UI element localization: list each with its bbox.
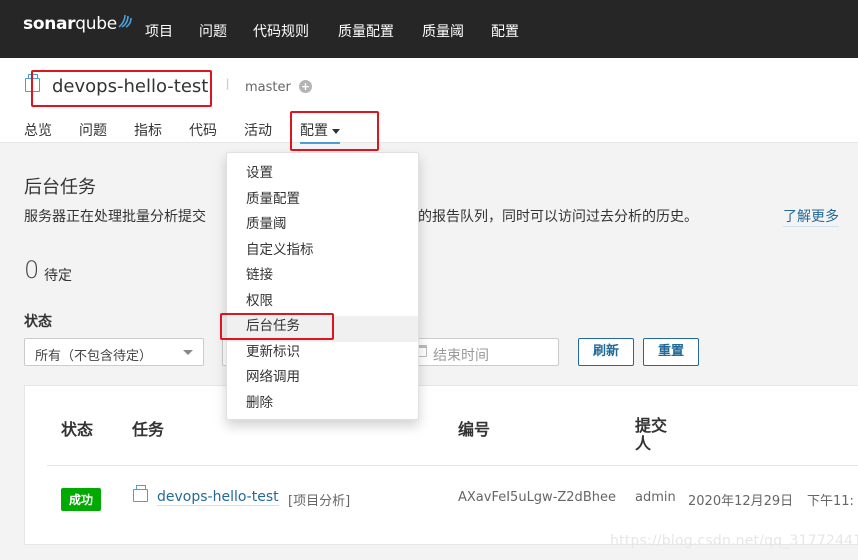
nav-administration[interactable]: 配置 — [491, 21, 519, 41]
page-description-tail: 待执行的报告队列，同时可以访问过去分析的历史。 — [376, 209, 698, 225]
page-title: 后台任务 — [24, 177, 96, 198]
tab-code[interactable]: 代码 — [189, 120, 217, 140]
nav-issues[interactable]: 问题 — [199, 21, 227, 41]
annotation-box-admin-tab — [290, 111, 379, 151]
tab-overview[interactable]: 总览 — [24, 120, 52, 140]
add-branch-icon[interactable]: + — [299, 80, 312, 93]
learn-more-link[interactable]: 了解更多 — [783, 206, 839, 227]
refresh-button[interactable]: 刷新 — [578, 338, 635, 366]
task-submitter: admin — [635, 490, 676, 505]
header-id: 编号 — [458, 420, 491, 439]
nav-quality-gates[interactable]: 质量阈 — [422, 21, 464, 41]
task-date: 2020年12月29日 — [688, 494, 794, 509]
menu-item-deletion[interactable]: 删除 — [227, 393, 418, 419]
nav-rules[interactable]: 代码规则 — [253, 21, 309, 41]
status-badge: 成功 — [61, 488, 102, 511]
reset-button[interactable]: 重置 — [643, 338, 700, 366]
row-divider — [47, 465, 858, 466]
nav-quality-profiles[interactable]: 质量配置 — [338, 21, 394, 41]
logo-text-sonar: sonar — [23, 14, 76, 34]
page-description-head: 服务器正在处理批量分析提交 — [24, 209, 206, 225]
annotation-box-background-tasks — [220, 313, 334, 340]
pending-count: 0 — [24, 256, 40, 284]
menu-item-settings[interactable]: 设置 — [227, 163, 418, 189]
pending-label: 待定 — [44, 268, 72, 284]
top-navbar: sonar qube 项目 问题 代码规则 质量配置 质量阈 配置 — [0, 0, 858, 58]
task-project-link[interactable]: devops-hello-test — [157, 489, 279, 506]
nav-projects[interactable]: 项目 — [145, 21, 173, 41]
tab-issues[interactable]: 问题 — [79, 120, 107, 140]
logo-text-qube: qube — [75, 14, 117, 34]
task-id: AXavFeI5uLgw-Z2dBhee — [458, 490, 616, 505]
task-time: 下午11: — [807, 494, 854, 509]
tab-activity[interactable]: 活动 — [244, 120, 272, 140]
header-status: 状态 — [61, 420, 94, 439]
administration-dropdown-menu: 设置 质量配置 质量阈 自定义指标 链接 权限 后台任务 更新标识 网络调用 删… — [226, 152, 419, 420]
branch-name[interactable]: master — [245, 80, 291, 95]
annotation-box-project — [31, 70, 212, 107]
project-icon — [133, 485, 148, 502]
header-submitter: 提交人 — [635, 416, 668, 453]
task-type: [项目分析] — [288, 494, 351, 509]
sonar-waves-icon — [118, 14, 132, 28]
sonarqube-logo[interactable]: sonar qube — [23, 14, 132, 34]
select-caret-icon — [183, 350, 193, 355]
header-task: 任务 — [132, 420, 165, 439]
status-filter-label: 状态 — [24, 314, 52, 330]
status-filter-select[interactable]: 所有（不包含待定） — [24, 338, 204, 366]
branch-icon: ⦚ — [226, 76, 230, 94]
end-date-input[interactable]: 结束时间 — [408, 338, 559, 366]
menu-item-webhooks[interactable]: 网络调用 — [227, 367, 418, 393]
menu-item-update-key[interactable]: 更新标识 — [227, 342, 418, 368]
menu-item-quality-profiles[interactable]: 质量配置 — [227, 189, 418, 215]
tab-measures[interactable]: 指标 — [134, 120, 162, 140]
menu-item-custom-measures[interactable]: 自定义指标 — [227, 240, 418, 266]
menu-item-quality-gate[interactable]: 质量阈 — [227, 214, 418, 240]
menu-item-links[interactable]: 链接 — [227, 265, 418, 291]
watermark-text: https://blog.csdn.net/qq_31772441 — [610, 533, 858, 549]
